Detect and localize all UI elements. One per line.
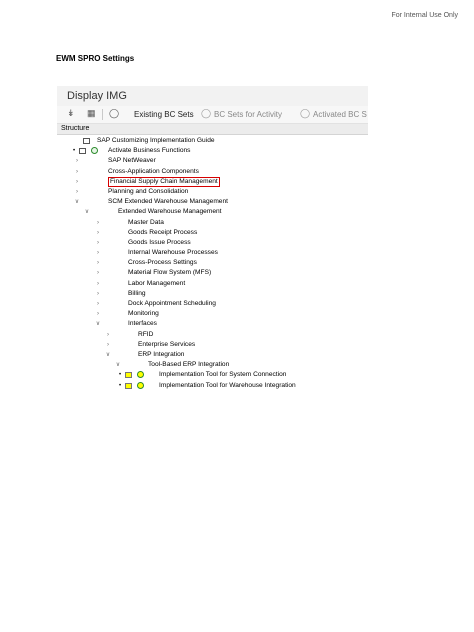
tree-row[interactable]: › SAP NetWeaver (57, 156, 368, 166)
chevron-right-icon[interactable]: › (95, 258, 101, 268)
chevron-right-icon[interactable]: › (105, 330, 111, 340)
tree-node-label[interactable]: SAP Customizing Implementation Guide (97, 136, 215, 146)
tree-node-label[interactable]: Dock Appointment Scheduling (128, 299, 216, 309)
chevron-right-icon[interactable]: › (95, 228, 101, 238)
tree-node-label[interactable]: Billing (128, 289, 146, 299)
tree-row[interactable]: › Goods Receipt Process (57, 228, 368, 238)
tree-row[interactable]: › Monitoring (57, 309, 368, 319)
tree-row[interactable]: SAP Customizing Implementation Guide (57, 136, 368, 146)
sap-img-screenshot: Display IMG ↡ ▦ ◯ Existing BC Sets ◯ BC … (57, 86, 368, 390)
documentation-icon[interactable] (83, 138, 90, 144)
toolbar: ↡ ▦ ◯ Existing BC Sets ◯ BC Sets for Act… (57, 106, 368, 124)
tree-node-label[interactable]: Cross-Process Settings (128, 258, 197, 268)
execute-clock-icon[interactable] (137, 371, 144, 379)
tree-node-label[interactable]: ERP Integration (138, 350, 184, 360)
execute-clock-icon[interactable] (137, 381, 144, 389)
tree-node-label[interactable]: Cross-Application Components (108, 167, 199, 177)
tree-row[interactable]: › Master Data (57, 218, 368, 228)
tree-node-label[interactable]: Extended Warehouse Management (118, 207, 222, 217)
chevron-right-icon[interactable]: › (95, 309, 101, 319)
bc-set-icon: ◯ (201, 108, 212, 118)
execute-clock-icon[interactable] (91, 147, 98, 155)
tree-row[interactable]: › Internal Warehouse Processes (57, 248, 368, 258)
chevron-right-icon[interactable]: › (95, 289, 101, 299)
chevron-down-icon[interactable]: ∨ (105, 350, 111, 360)
chevron-down-icon[interactable]: ∨ (74, 197, 80, 207)
tree-row[interactable]: ∨ Tool-Based ERP Integration (57, 360, 368, 370)
documentation-icon[interactable] (125, 382, 132, 389)
chevron-right-icon[interactable]: › (95, 248, 101, 258)
tree-node-label[interactable]: Implementation Tool for Warehouse Integr… (159, 381, 296, 391)
chevron-right-icon[interactable]: › (95, 238, 101, 248)
structure-label: Structure (61, 125, 90, 132)
chevron-down-icon[interactable]: ∨ (115, 360, 121, 370)
chevron-right-icon[interactable]: › (74, 187, 80, 197)
chevron-right-icon[interactable]: › (95, 279, 101, 289)
structure-header: Structure (57, 124, 368, 135)
chevron-down-icon[interactable]: ∨ (95, 319, 101, 329)
tree-node-label[interactable]: Internal Warehouse Processes (128, 248, 218, 258)
tree-node-label[interactable]: Material Flow System (MFS) (128, 268, 211, 278)
window-titlebar: Display IMG (57, 86, 368, 106)
bullet-icon: • (119, 372, 122, 379)
bc-set-icon: ◯ (300, 108, 311, 118)
tree-node-label[interactable]: Interfaces (128, 319, 157, 329)
chevron-right-icon[interactable]: › (95, 218, 101, 228)
tree-row[interactable]: • Implementation Tool for System Connecti… (57, 370, 368, 380)
chevron-right-icon[interactable]: › (95, 268, 101, 278)
tree-node-label[interactable]: Implementation Tool for System Connectio… (159, 370, 286, 380)
tree-row[interactable]: › Financial Supply Chain Management (57, 177, 368, 188)
bullet-icon: • (119, 382, 122, 389)
tree-row[interactable]: › Enterprise Services (57, 340, 368, 350)
tree-row[interactable]: ∨ ERP Integration (57, 350, 368, 360)
internal-use-note: For Internal Use Only (391, 12, 458, 19)
chevron-right-icon[interactable]: › (74, 167, 80, 177)
chevron-down-icon[interactable]: ∨ (84, 207, 90, 217)
tree-row[interactable]: › RFID (57, 330, 368, 340)
tree-row[interactable]: • Activate Business Functions (57, 146, 368, 156)
tree-node-label[interactable]: SCM Extended Warehouse Management (108, 197, 228, 207)
existing-bc-sets-button[interactable]: Existing BC Sets (134, 110, 194, 119)
tree-node-label[interactable]: Planning and Consolidation (108, 187, 188, 197)
tree-node-label[interactable]: Labor Management (128, 279, 185, 289)
tree-row[interactable]: ∨ Extended Warehouse Management (57, 207, 368, 217)
tree-node-label[interactable]: Financial Supply Chain Management (108, 177, 220, 188)
tree-row[interactable]: › Goods Issue Process (57, 238, 368, 248)
documentation-icon[interactable] (125, 372, 132, 379)
bullet-icon: • (73, 148, 76, 155)
tree-row[interactable]: • Implementation Tool for Warehouse Integ… (57, 381, 368, 391)
chevron-right-icon[interactable]: › (74, 156, 80, 166)
documentation-icon[interactable] (79, 148, 86, 155)
tree-row[interactable]: › Cross-Application Components (57, 167, 368, 177)
tree-row[interactable]: › Billing (57, 289, 368, 299)
tree-node-label[interactable]: Tool-Based ERP Integration (148, 360, 229, 370)
document-heading: EWM SPRO Settings (56, 54, 135, 63)
chevron-right-icon[interactable]: › (74, 177, 80, 187)
tree-node-label[interactable]: Monitoring (128, 309, 159, 319)
table-icon[interactable]: ▦ (87, 108, 96, 119)
tree-row[interactable]: › Labor Management (57, 279, 368, 289)
tree-node-label[interactable]: Master Data (128, 218, 164, 228)
tree-row[interactable]: › Material Flow System (MFS) (57, 268, 368, 278)
tree-node-label[interactable]: Goods Issue Process (128, 238, 191, 248)
toolbar-separator (102, 109, 103, 120)
chevron-right-icon[interactable]: › (95, 299, 101, 309)
activated-bc-sets-button[interactable]: Activated BC S (313, 110, 367, 119)
tree-node-label[interactable]: Goods Receipt Process (128, 228, 197, 238)
tree-row[interactable]: ∨ SCM Extended Warehouse Management (57, 197, 368, 207)
tree-node-label[interactable]: Enterprise Services (138, 340, 195, 350)
tree-row[interactable]: › Cross-Process Settings (57, 258, 368, 268)
bc-sets-for-activity-button[interactable]: BC Sets for Activity (214, 110, 282, 119)
tree-row[interactable]: › Planning and Consolidation (57, 187, 368, 197)
tree-row[interactable]: ∨ Interfaces (57, 319, 368, 329)
chevron-right-icon[interactable]: › (105, 340, 111, 350)
bc-set-icon: ◯ (109, 108, 120, 118)
double-chevron-down-icon[interactable]: ↡ (67, 108, 75, 119)
tree-node-label[interactable]: RFID (138, 330, 153, 340)
tree-node-label[interactable]: SAP NetWeaver (108, 156, 156, 166)
tree-row[interactable]: › Dock Appointment Scheduling (57, 299, 368, 309)
img-tree: SAP Customizing Implementation Guide • Act… (57, 136, 368, 390)
tree-node-label[interactable]: Activate Business Functions (108, 146, 190, 156)
window-title: Display IMG (67, 90, 127, 102)
